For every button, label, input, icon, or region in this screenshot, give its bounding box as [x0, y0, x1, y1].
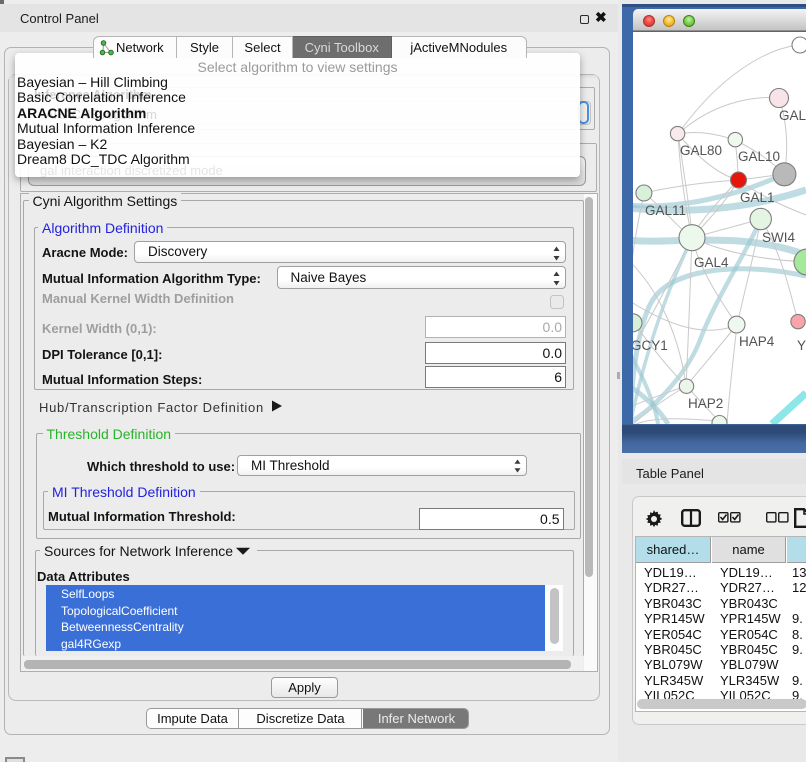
svg-text:HAP4: HAP4: [739, 334, 775, 349]
svg-text:GAL11: GAL11: [645, 203, 686, 218]
svg-text:SWI4: SWI4: [762, 230, 795, 245]
svg-text:GCY1: GCY1: [633, 338, 668, 353]
svg-text:Y: Y: [797, 338, 806, 353]
svg-text:GAL4: GAL4: [694, 255, 729, 270]
svg-text:GAL80: GAL80: [680, 143, 722, 158]
svg-text:GAL7: GAL7: [779, 108, 806, 123]
svg-text:HAP2: HAP2: [688, 396, 723, 411]
svg-text:GAL1: GAL1: [740, 190, 775, 205]
svg-text:GAL10: GAL10: [738, 149, 780, 164]
